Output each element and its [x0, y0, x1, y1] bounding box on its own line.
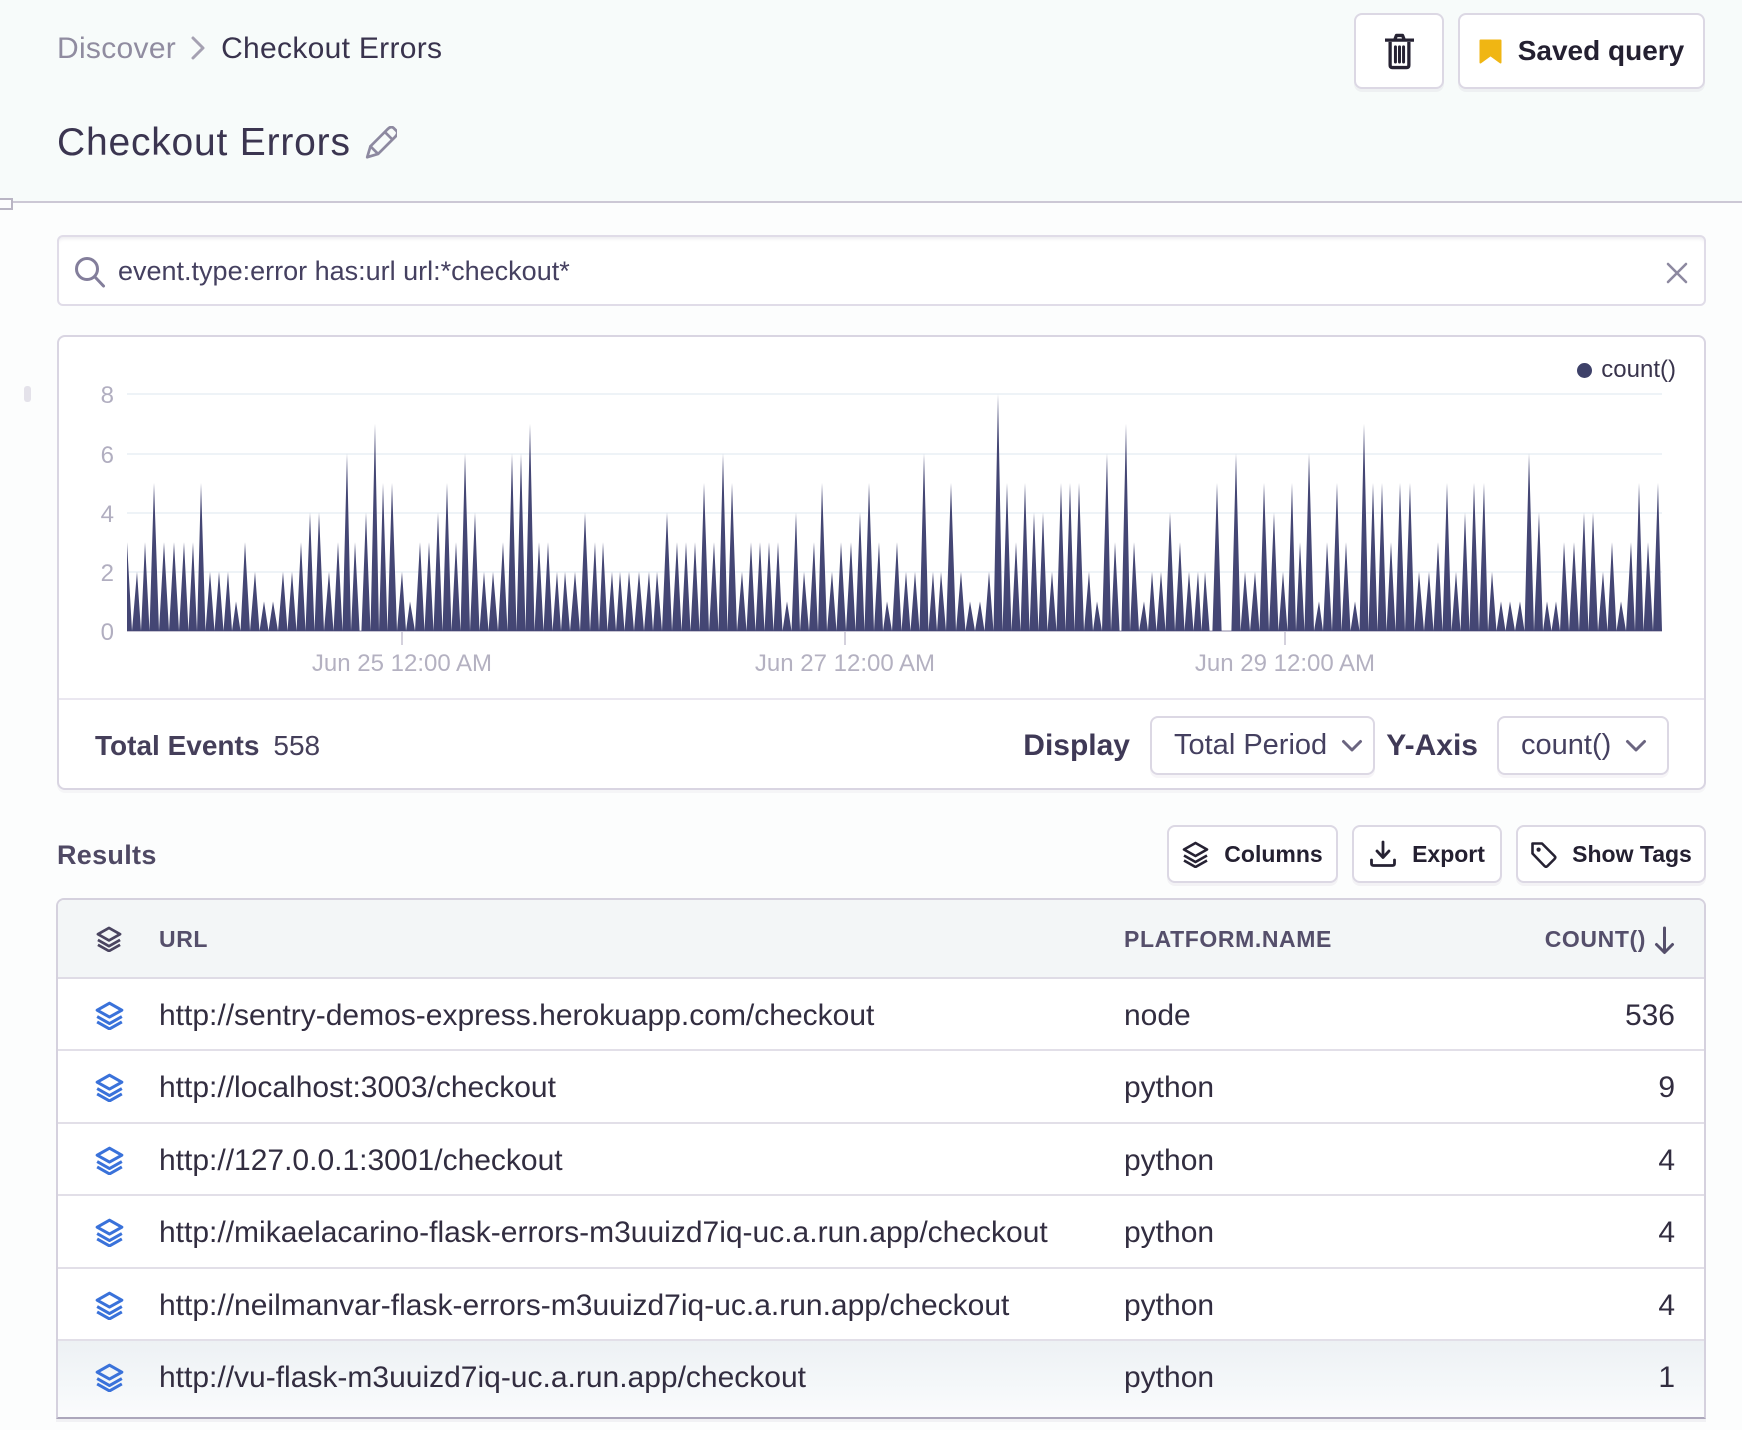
svg-text:8: 8	[101, 382, 114, 409]
svg-text:4: 4	[101, 501, 114, 528]
svg-text:Jun 27 12:00 AM: Jun 27 12:00 AM	[755, 650, 935, 672]
svg-text:Jun 29 12:00 AM: Jun 29 12:00 AM	[1195, 650, 1375, 672]
svg-text:2: 2	[101, 560, 114, 587]
svg-text:6: 6	[101, 442, 114, 469]
svg-text:0: 0	[101, 619, 114, 646]
svg-text:Jun 25 12:00 AM: Jun 25 12:00 AM	[312, 650, 492, 672]
